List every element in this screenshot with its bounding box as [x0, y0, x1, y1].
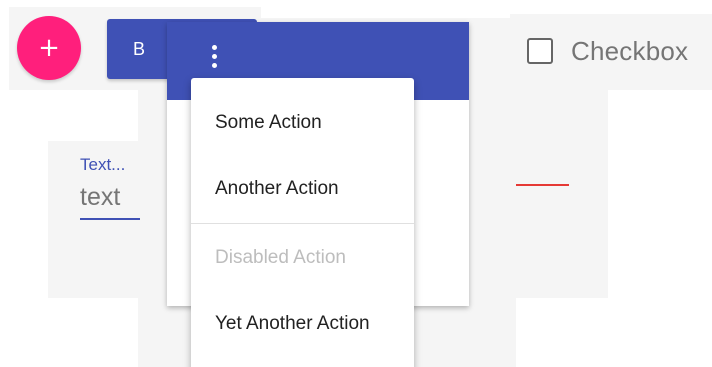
checkbox-label: Checkbox [571, 35, 689, 66]
text-field-underline [80, 218, 140, 220]
menu-divider [191, 223, 414, 224]
menu-item-yet-another-action[interactable]: Yet Another Action [191, 291, 414, 357]
add-fab-button[interactable]: + [17, 16, 81, 80]
checkbox-box[interactable] [527, 38, 553, 64]
menu-item-disabled-action: Disabled Action [191, 225, 414, 291]
rule-panel [469, 90, 608, 298]
text-field-input[interactable] [80, 180, 140, 214]
menu-item-another-action[interactable]: Another Action [191, 156, 414, 222]
more-vert-icon-dot [211, 62, 217, 68]
more-vert-icon-dot [211, 44, 217, 50]
error-underline [516, 184, 569, 186]
menu-item-label: Some Action [215, 112, 322, 133]
plus-icon: + [38, 33, 60, 63]
menu-item-some-action[interactable]: Some Action [191, 90, 414, 156]
more-vert-button[interactable] [197, 36, 231, 76]
dropdown-menu: Some Action Another Action Disabled Acti… [191, 78, 414, 367]
menu-item-label: Another Action [215, 178, 339, 199]
menu-item-label: Disabled Action [215, 247, 346, 268]
raised-button-label: B [133, 39, 146, 59]
text-field-label: Text... [80, 155, 126, 174]
checkbox[interactable]: Checkbox [527, 33, 688, 69]
more-vert-icon-dot [211, 53, 217, 59]
demo-canvas: + B Checkbox Text... Some Action Another… [0, 0, 712, 367]
menu-item-label: Yet Another Action [215, 313, 370, 334]
